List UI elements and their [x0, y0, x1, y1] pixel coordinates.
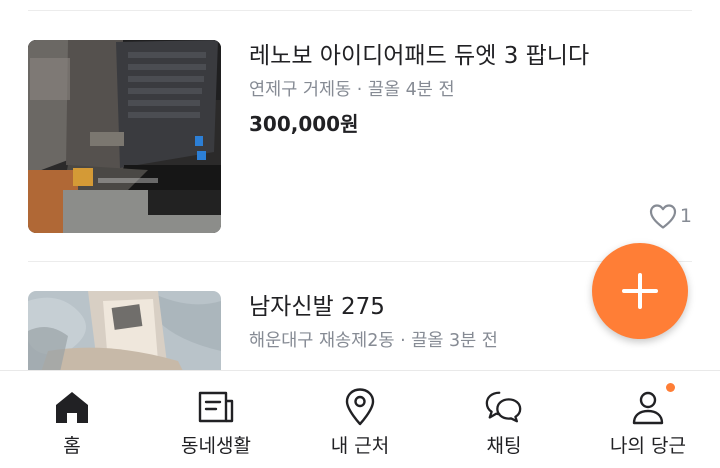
plus-icon: [620, 271, 660, 311]
home-icon: [52, 387, 92, 427]
listing-time: 끌올 3분 전: [411, 331, 498, 351]
nav-item-nearby[interactable]: 내 근처: [288, 371, 432, 468]
nav-item-chat[interactable]: 채팅: [432, 371, 576, 468]
top-divider: [28, 10, 692, 11]
bottom-navigation: 홈 동네생활 내 근처 채팅 나의 당근: [0, 370, 720, 468]
listing-thumbnail-laptop: [28, 40, 221, 233]
meta-separator: ·: [400, 331, 406, 351]
listing-meta: 연제구 거제동 · 끌올 4분 전: [249, 77, 692, 103]
nav-item-my-carrot[interactable]: 나의 당근: [576, 371, 720, 468]
neighborhood-board-icon: [196, 387, 236, 427]
profile-icon: [628, 383, 675, 427]
nav-label: 나의 당근: [610, 435, 686, 457]
like-count: 1: [648, 202, 692, 230]
listing-price: 300,000원: [249, 112, 359, 136]
nav-item-home[interactable]: 홈: [0, 371, 144, 468]
nav-label: 채팅: [486, 435, 522, 457]
listing-divider: [28, 261, 692, 262]
listing-title: 레노보 아이디어패드 듀엣 3 팝니다: [249, 43, 590, 69]
notification-dot: [666, 383, 675, 392]
listing-location: 연제구 거제동: [249, 80, 352, 100]
nav-label: 홈: [63, 435, 81, 457]
listing-time: 끌올 4분 전: [367, 80, 455, 100]
meta-separator: ·: [356, 80, 363, 100]
listing-location: 해운대구 재송제2동: [249, 331, 395, 351]
nav-label: 내 근처: [330, 435, 390, 457]
like-count-value: 1: [679, 205, 692, 227]
listing-item[interactable]: 레노보 아이디어패드 듀엣 3 팝니다 연제구 거제동 · 끌올 4분 전 30…: [28, 40, 692, 240]
chat-bubbles-icon: [484, 387, 524, 427]
nav-label: 동네생활: [181, 435, 251, 457]
heart-outline-icon: [648, 202, 678, 230]
location-pin-icon: [340, 387, 380, 427]
nav-item-neighborhood[interactable]: 동네생활: [144, 371, 288, 468]
add-listing-button[interactable]: [592, 243, 688, 339]
